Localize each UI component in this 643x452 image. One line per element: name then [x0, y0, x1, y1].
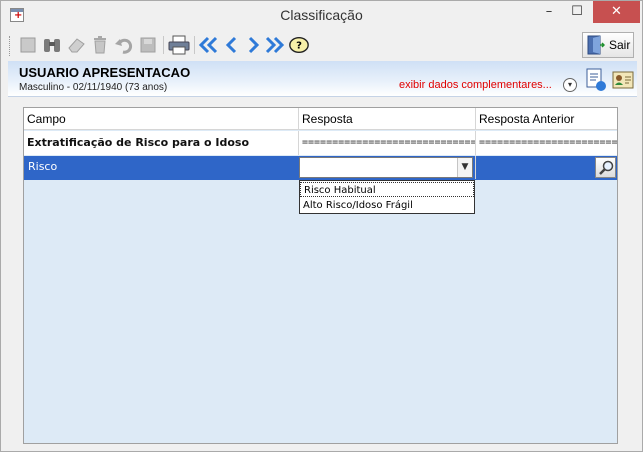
minimize-button[interactable]: – — [535, 1, 563, 23]
exit-door-icon — [587, 35, 605, 55]
exit-button[interactable]: Sair — [582, 32, 634, 58]
extra-data-link[interactable]: exibir dados complementares... — [399, 79, 552, 91]
toolbar-grip[interactable] — [9, 36, 12, 56]
expand-toggle-icon[interactable]: ▾ — [563, 78, 577, 92]
section-row-campo: Extratificação de Risco para o Idoso — [27, 136, 250, 149]
dropdown-option-alto-risco[interactable]: Alto Risco/Idoso Frágil — [300, 198, 474, 213]
grid-header: Campo Resposta Resposta Anterior — [24, 108, 617, 130]
close-button[interactable]: ✕ — [593, 1, 640, 23]
document-icon[interactable] — [585, 68, 607, 92]
dropdown-option-risco-habitual[interactable]: Risco Habitual — [300, 182, 474, 197]
last-icon[interactable] — [263, 34, 285, 56]
save-disabled-icon[interactable] — [137, 34, 159, 56]
toolbar-separator — [163, 36, 164, 54]
classification-grid: Campo Resposta Resposta Anterior Extrati… — [23, 107, 618, 444]
column-header-campo[interactable]: Campo — [24, 108, 298, 130]
new-icon[interactable] — [17, 34, 39, 56]
patient-header: USUARIO APRESENTACAO Masculino - 02/11/1… — [8, 61, 637, 97]
risco-dropdown-list: Risco Habitual Alto Risco/Idoso Frágil — [299, 180, 475, 214]
chevron-down-icon[interactable]: ▼ — [457, 158, 472, 177]
column-header-resposta[interactable]: Resposta — [299, 108, 475, 130]
svg-text:?: ? — [296, 41, 302, 52]
eraser-icon[interactable] — [65, 34, 87, 56]
next-icon[interactable] — [242, 34, 264, 56]
first-icon[interactable] — [198, 34, 220, 56]
undo-icon[interactable] — [113, 34, 135, 56]
lookup-button[interactable] — [595, 157, 616, 178]
title-bar: Classificação – ☐ ✕ — [1, 1, 642, 31]
classification-window: Classificação – ☐ ✕ — [0, 0, 643, 452]
trash-icon[interactable] — [89, 34, 111, 56]
table-row-risco[interactable]: Risco ▼ — [24, 156, 617, 180]
section-row[interactable]: Extratificação de Risco para o Idoso ===… — [24, 131, 617, 155]
risco-row-campo: Risco — [28, 160, 58, 173]
column-header-resposta-anterior[interactable]: Resposta Anterior — [476, 108, 617, 130]
patient-info: Masculino - 02/11/1940 (73 anos) — [19, 82, 168, 93]
print-icon[interactable] — [168, 34, 190, 56]
prev-icon[interactable] — [221, 34, 243, 56]
binoculars-icon[interactable] — [41, 34, 63, 56]
maximize-button[interactable]: ☐ — [563, 1, 591, 23]
risco-answer-select[interactable]: ▼ — [299, 157, 473, 178]
toolbar-separator — [194, 36, 195, 54]
magnifier-icon — [598, 160, 613, 175]
section-row-anterior: ========================== — [479, 137, 617, 148]
toolbar: ? Sair — [5, 32, 638, 60]
exit-label: Sair — [609, 38, 631, 52]
help-icon[interactable]: ? — [288, 34, 310, 56]
patient-card-icon[interactable] — [612, 69, 634, 91]
patient-name: USUARIO APRESENTACAO — [19, 65, 191, 80]
section-row-resposta: ================================ — [302, 137, 475, 148]
